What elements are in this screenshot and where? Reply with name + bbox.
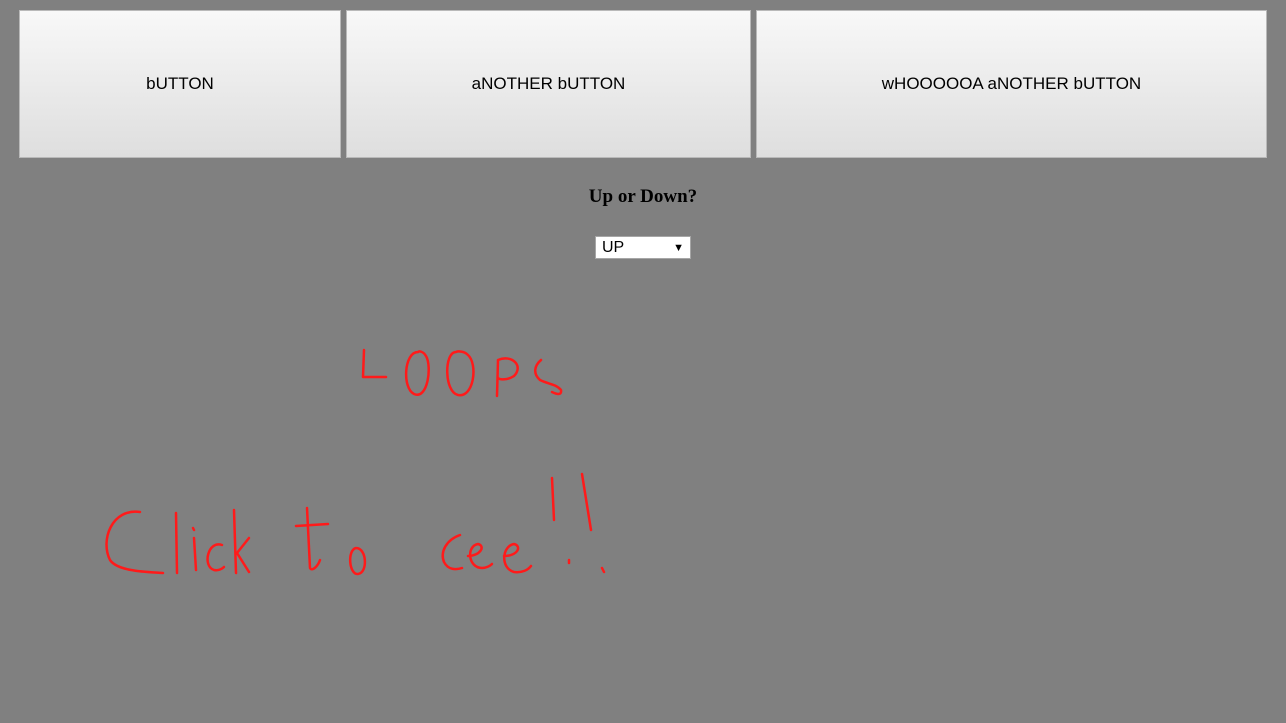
handwritten-loops — [361, 348, 563, 398]
handwritten-click-to-see — [105, 472, 606, 576]
page: bUTTON aNOTHER bUTTON wHOOOOOA aNOTHER b… — [0, 0, 1286, 723]
handwritten-annotation — [105, 348, 606, 576]
